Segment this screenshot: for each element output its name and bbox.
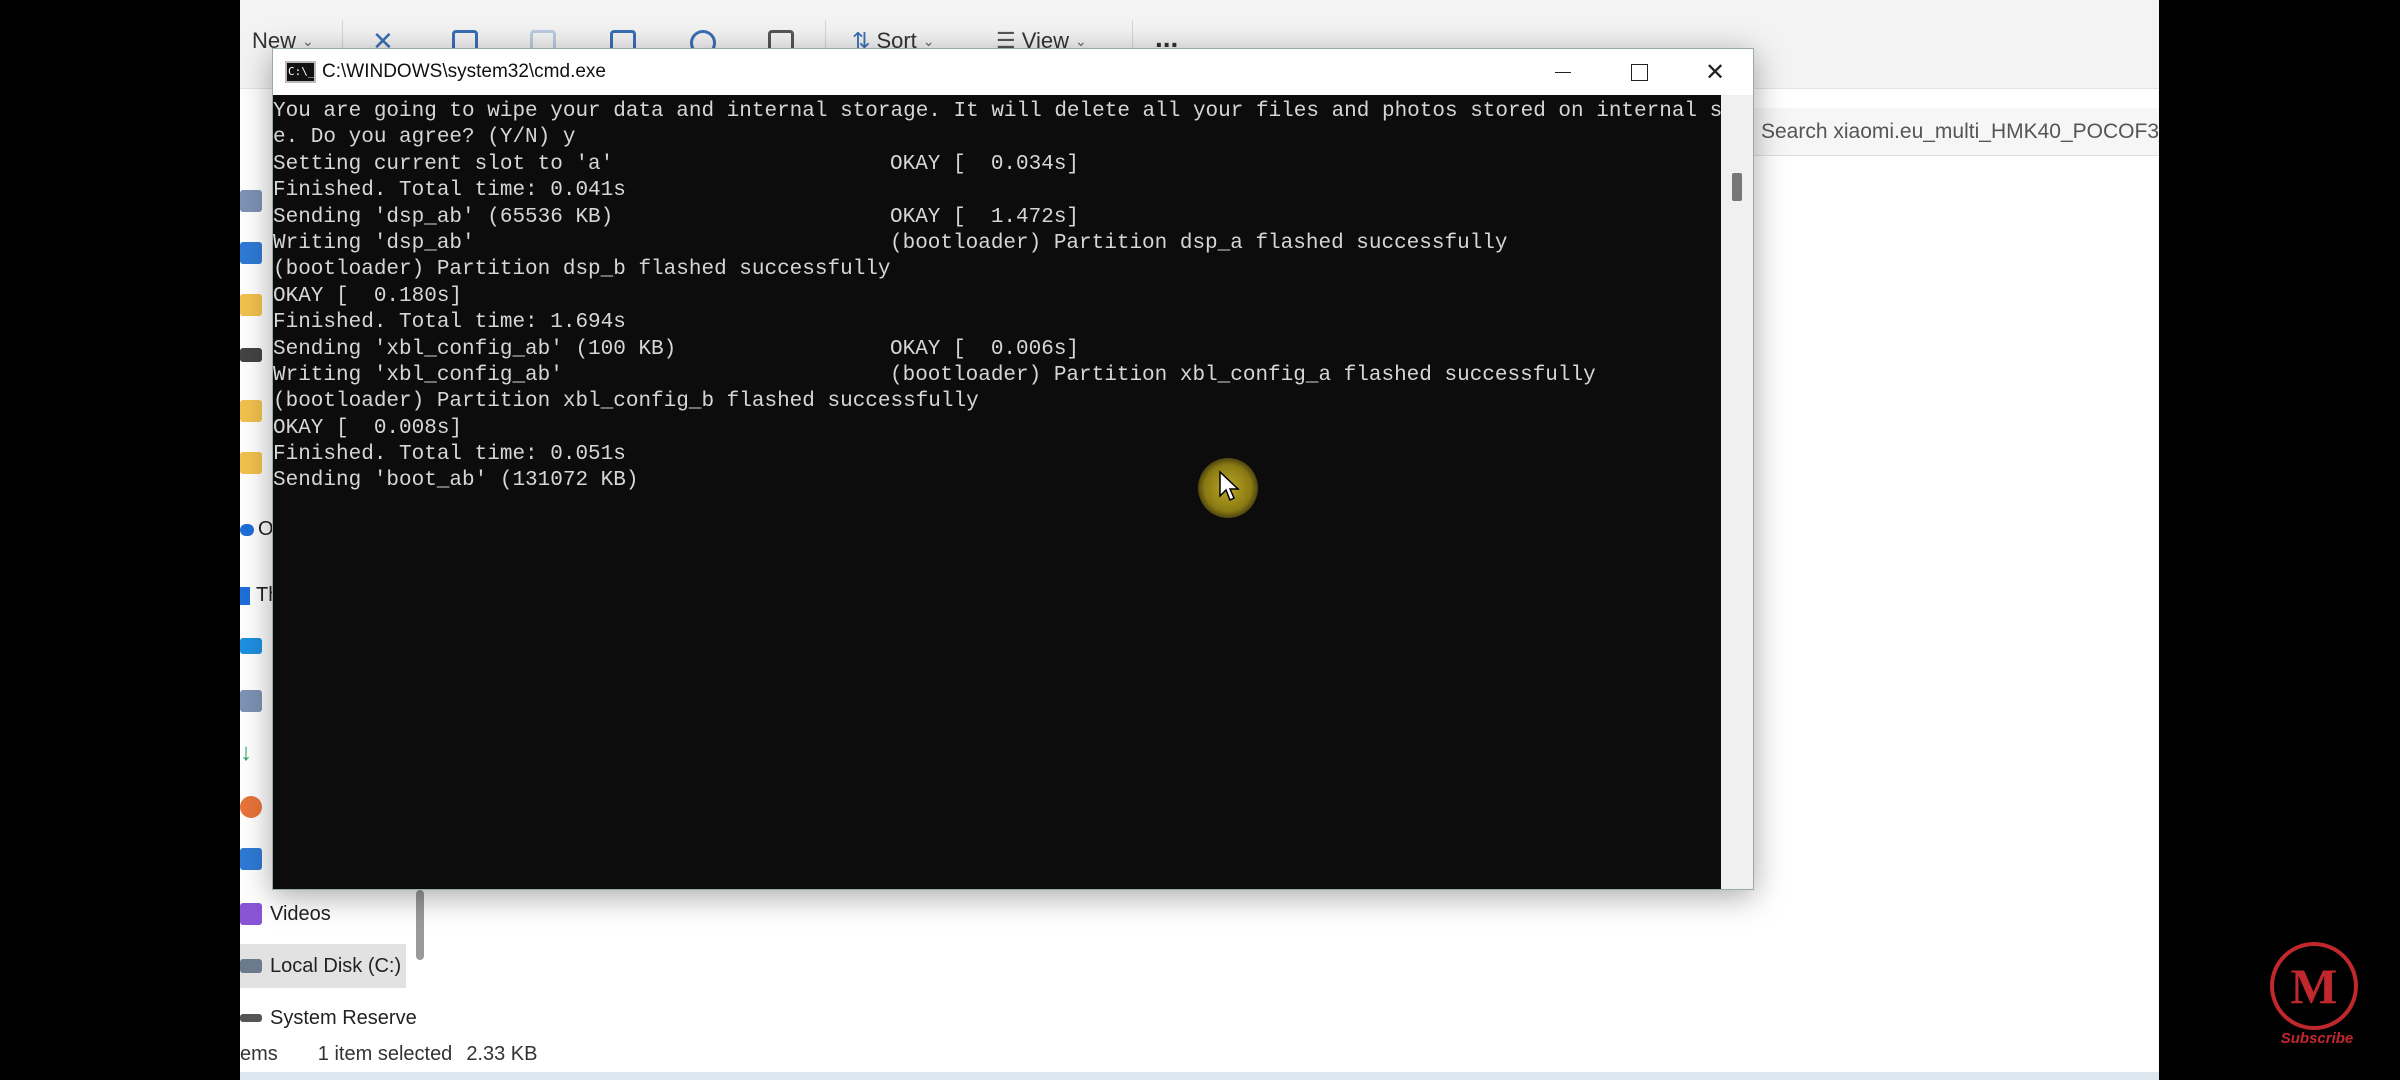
subscribe-label: Subscribe xyxy=(2280,1030,2354,1047)
console-line-text: (bootloader) Partition dsp_b flashed suc… xyxy=(273,258,891,282)
item-count: ems xyxy=(240,1042,278,1065)
nav-scrollbar[interactable] xyxy=(416,890,424,960)
console-line-text: Sending 'boot_ab' (131072 KB) xyxy=(273,469,639,493)
screen: New ⌄ ✕ ⇅ Sort ⌄ ☰ View ⌄ ... Search xia… xyxy=(240,0,2159,1080)
console-line: Writing 'xbl_config_ab' (bootloader) Part… xyxy=(273,363,1721,389)
console-line-text: Sending 'xbl_config_ab' (100 KB) xyxy=(273,337,677,361)
nav-item-videos[interactable]: Videos xyxy=(240,892,405,936)
drive-icon[interactable] xyxy=(240,348,262,362)
cmd-window[interactable]: C:\_ C:\WINDOWS\system32\cmd.exe ✕ You a… xyxy=(272,48,1754,890)
nav-item-system-reserved[interactable]: System Reserve xyxy=(240,996,440,1040)
logo-letter: M xyxy=(2290,958,2338,1014)
console-line-status: OKAY [ 0.034s] xyxy=(890,152,1080,176)
console-line: Finished. Total time: 1.694s xyxy=(273,310,1721,336)
console-line-status: OKAY [ 0.006s] xyxy=(890,337,1080,361)
console-line: (bootloader) Partition dsp_b flashed suc… xyxy=(273,257,1721,283)
console-output[interactable]: You are going to wipe your data and inte… xyxy=(273,95,1721,889)
chevron-down-icon: ⌄ xyxy=(302,32,314,49)
video-icon xyxy=(240,903,262,925)
console-line-text: e. Do you agree? (Y/N) y xyxy=(273,126,576,150)
taskbar-edge xyxy=(240,1072,2159,1080)
pictures-icon[interactable] xyxy=(240,242,262,264)
console-line-text: Finished. Total time: 0.051s xyxy=(273,443,626,467)
pictures-icon[interactable] xyxy=(240,848,262,870)
console-line: Finished. Total time: 0.051s xyxy=(273,442,1721,468)
console-line-text: OKAY [ 0.008s] xyxy=(273,416,463,440)
console-line-status: (bootloader) Partition xbl_config_a flas… xyxy=(890,363,1596,387)
chevron-down-icon: ⌄ xyxy=(1075,32,1087,49)
console-line: OKAY [ 0.008s] xyxy=(273,416,1721,442)
nav-item-label: System Reserve xyxy=(270,1006,417,1029)
console-line-text: Finished. Total time: 0.041s xyxy=(273,179,626,203)
selection-status: 1 item selected xyxy=(317,1042,453,1065)
console-line-text: OKAY [ 0.180s] xyxy=(273,284,463,308)
drive-icon xyxy=(240,959,262,973)
console-scrollbar[interactable] xyxy=(1721,95,1753,889)
computer-icon xyxy=(240,586,250,605)
documents-icon[interactable] xyxy=(240,690,262,712)
console-line-status: (bootloader) Partition dsp_a flashed suc… xyxy=(890,231,1508,255)
maximize-button[interactable] xyxy=(1601,49,1677,95)
maximize-icon xyxy=(1630,63,1648,81)
music-icon[interactable] xyxy=(240,796,262,818)
close-icon: ✕ xyxy=(1704,58,1726,86)
cmd-title-bar[interactable]: C:\_ C:\WINDOWS\system32\cmd.exe ✕ xyxy=(273,49,1753,95)
console-line-text: (bootloader) Partition xbl_config_b flas… xyxy=(273,390,979,414)
console-line: Sending 'xbl_config_ab' (100 KB) OKAY [ 0… xyxy=(273,337,1721,363)
scrollbar-thumb[interactable] xyxy=(1732,173,1742,201)
console-line-status: OKAY [ 1.472s] xyxy=(890,205,1080,229)
console-line-text: You are going to wipe your data and inte… xyxy=(273,100,1721,123)
nav-item-local-disk[interactable]: Local Disk (C:) xyxy=(240,944,406,988)
status-bar: ems 1 item selected 2.33 KB xyxy=(240,1036,2159,1072)
console-line: (bootloader) Partition xbl_config_b flas… xyxy=(273,389,1721,415)
nav-item-label: Videos xyxy=(270,902,331,925)
console-line: OKAY [ 0.180s] xyxy=(273,284,1721,310)
nav-item-onedrive[interactable]: O xyxy=(240,518,274,541)
folder-icon[interactable] xyxy=(240,294,262,316)
console-line: You are going to wipe your data and inte… xyxy=(273,99,1721,125)
nav-item-label: Local Disk (C:) xyxy=(270,954,402,977)
drive-icon xyxy=(240,1014,262,1022)
selection-size: 2.33 KB xyxy=(466,1042,538,1065)
downloads-icon[interactable]: ↓ xyxy=(240,741,262,765)
document-icon[interactable] xyxy=(240,190,262,212)
cloud-icon xyxy=(240,523,254,536)
close-button[interactable]: ✕ xyxy=(1677,49,1753,95)
console-line: Setting current slot to 'a' OKAY [ 0.034s… xyxy=(273,152,1721,178)
minimize-button[interactable] xyxy=(1525,49,1601,95)
search-input[interactable]: Search xiaomi.eu_multi_HMK40_POCOF3_V1 xyxy=(1745,108,2159,156)
desktop-icon[interactable] xyxy=(240,638,262,654)
console-line: Finished. Total time: 0.041s xyxy=(273,178,1721,204)
folder-icon[interactable] xyxy=(240,452,262,474)
mouse-pointer-icon xyxy=(1219,470,1240,502)
console-line-text: Setting current slot to 'a' xyxy=(273,152,614,176)
console-line-text: Writing 'dsp_ab' xyxy=(273,231,475,255)
console-line-text: Writing 'xbl_config_ab' xyxy=(273,363,563,387)
window-title: C:\WINDOWS\system32\cmd.exe xyxy=(322,61,606,82)
chevron-down-icon: ⌄ xyxy=(922,32,935,49)
console-line-text: Sending 'dsp_ab' (65536 KB) xyxy=(273,205,614,229)
console-line-text: Finished. Total time: 1.694s xyxy=(273,311,626,335)
console-line: e. Do you agree? (Y/N) y xyxy=(273,125,1721,151)
console-line: Sending 'dsp_ab' (65536 KB) OKAY [ 1.472s… xyxy=(273,205,1721,231)
cmd-icon: C:\_ xyxy=(285,61,316,83)
console-line: Writing 'dsp_ab' (bootloader) Partition d… xyxy=(273,231,1721,257)
folder-icon[interactable] xyxy=(240,400,262,422)
console-line: Sending 'boot_ab' (131072 KB) xyxy=(273,468,1721,494)
channel-logo[interactable]: M xyxy=(2270,942,2358,1030)
minimize-icon xyxy=(1555,71,1571,73)
